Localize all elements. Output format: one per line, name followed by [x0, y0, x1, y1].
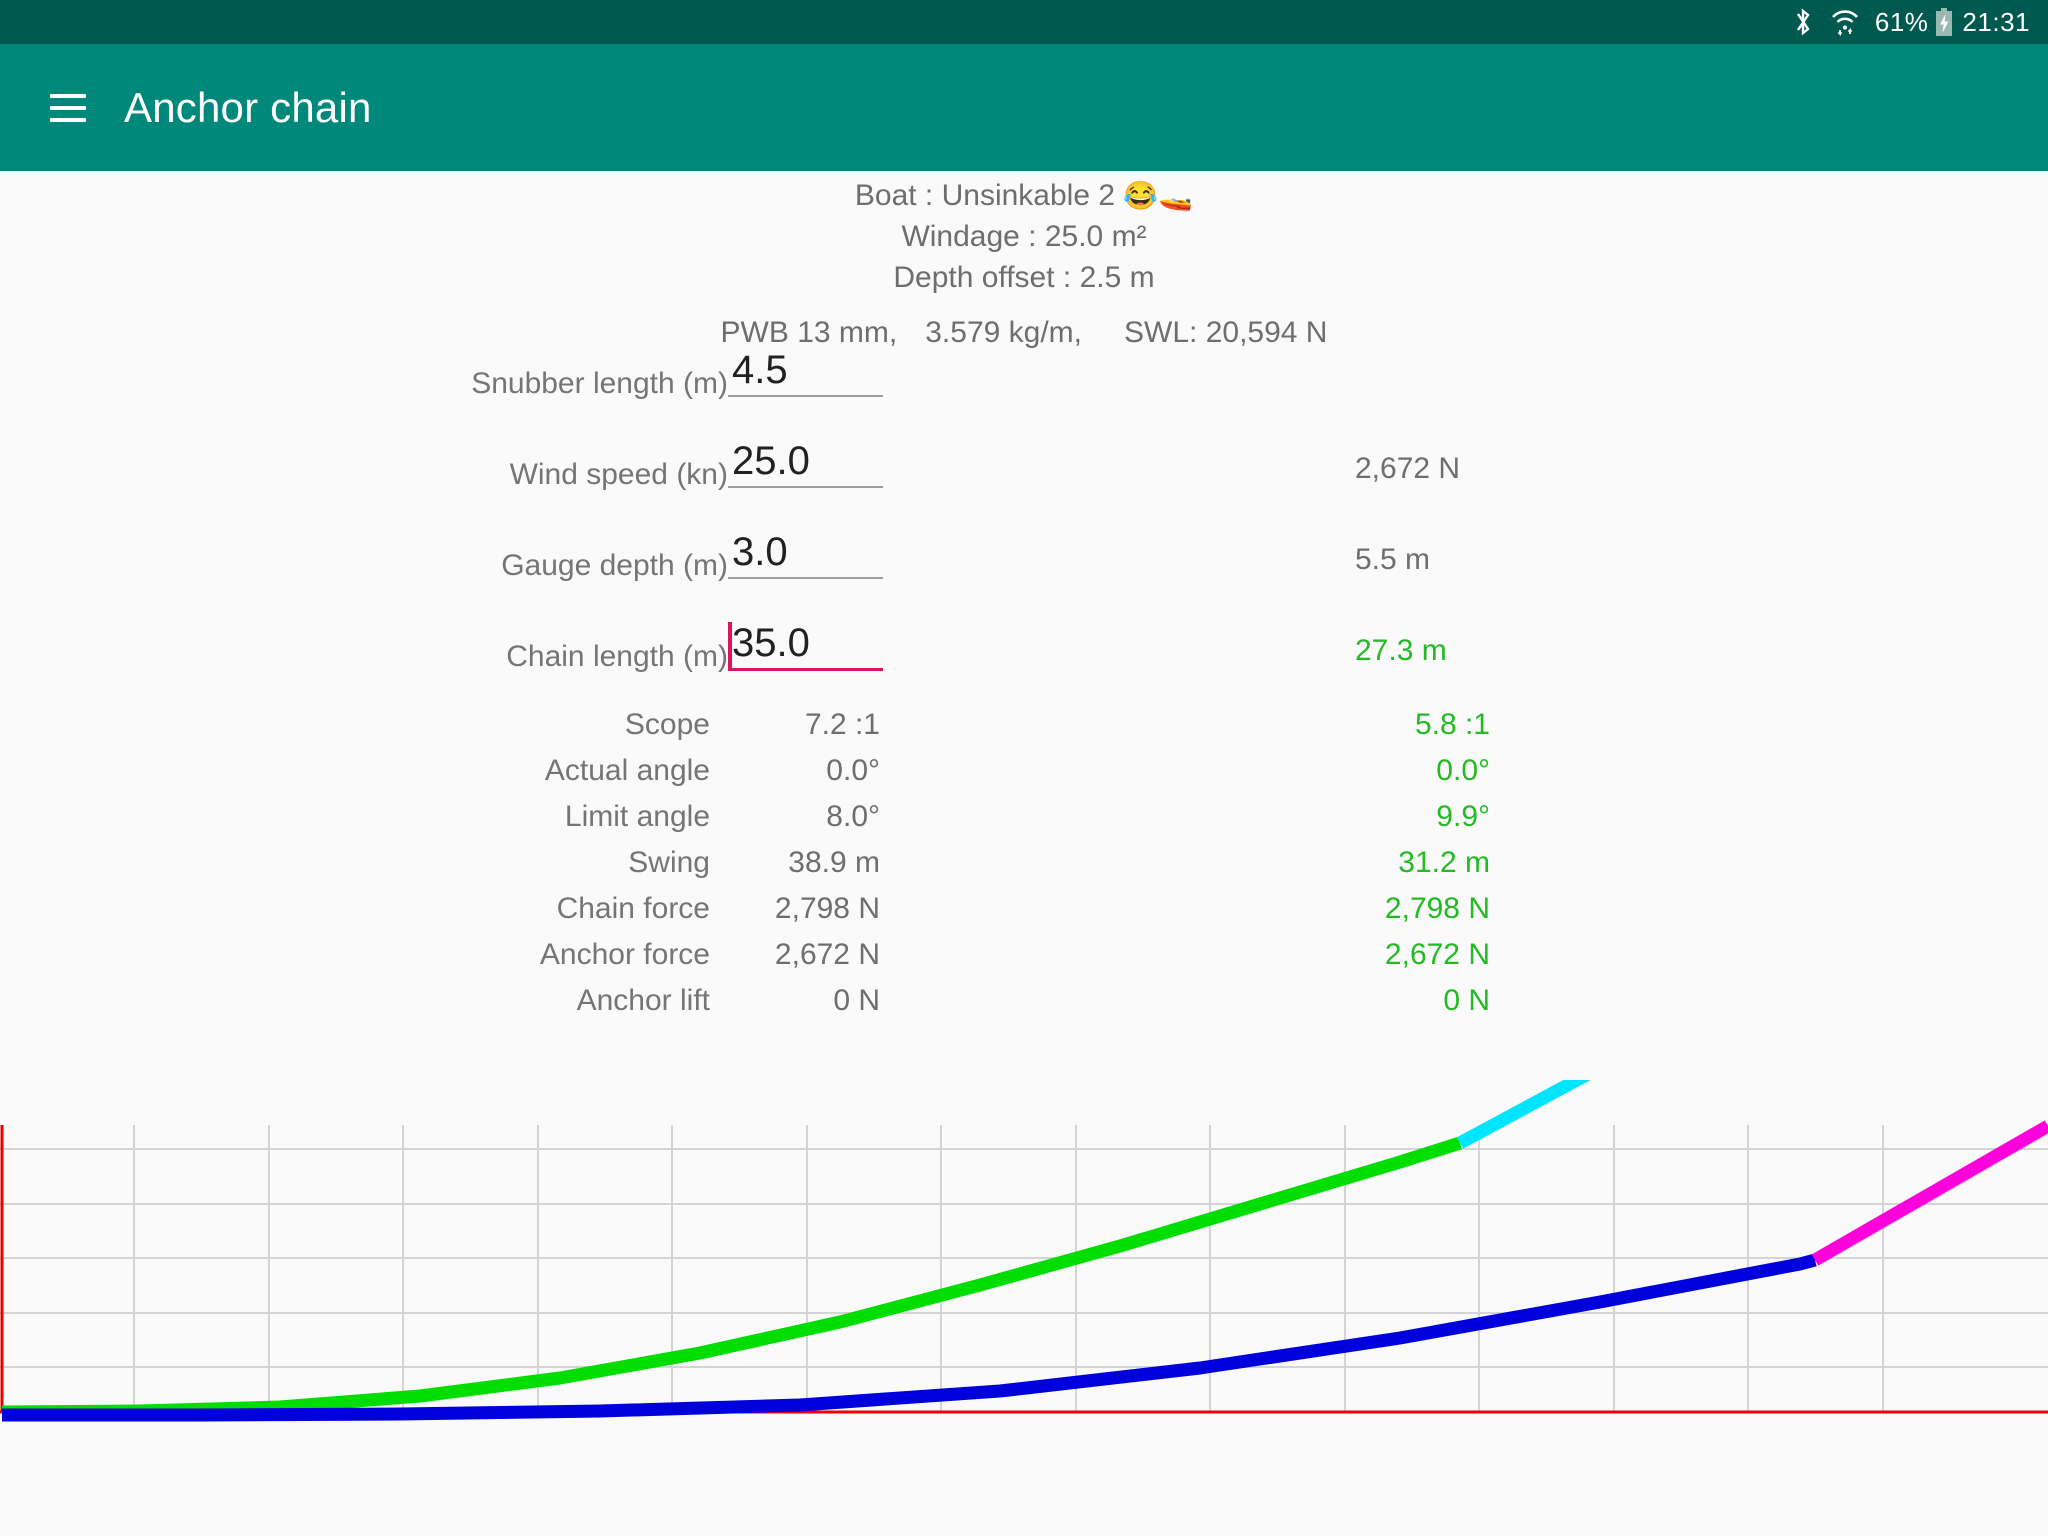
scope-value: 7.2 :1 — [804, 708, 880, 741]
gauge-depth-result: 5.5 m — [1355, 543, 1431, 576]
swing-value: 38.9 m — [788, 846, 880, 879]
anchor-lift-label: Anchor lift — [576, 984, 710, 1017]
input-row-gauge-depth: Gauge depth (m) 3.0 5.5 m — [0, 527, 2048, 618]
actual-angle-value: 0.0° — [826, 754, 880, 787]
input-underline-focused — [728, 668, 883, 671]
page-title: Anchor chain — [124, 83, 372, 131]
snubber-length-value: 4.5 — [732, 348, 788, 392]
chart-series-snubber-magenta — [1811, 1120, 2048, 1266]
table-row: Limit angle 8.0° 9.9° — [0, 800, 2048, 846]
input-row-wind-speed: Wind speed (kn) 25.0 2,672 N — [0, 436, 2048, 527]
app-root: 61% 21:31 Anchor chain Boat : Unsinkable… — [0, 0, 2048, 1536]
wind-speed-result: 2,672 N — [1355, 452, 1461, 485]
chart-series-chain-catenary-green — [1, 1136, 1462, 1419]
boat-name-line: Boat : Unsinkable 2 😂🚤 — [0, 171, 2048, 212]
chain-force-value: 2,798 N — [774, 892, 880, 925]
input-underline — [728, 577, 883, 579]
wind-speed-value: 25.0 — [732, 439, 810, 483]
swing-value-alt: 31.2 m — [1398, 846, 1490, 879]
anchor-lift-value-alt: 0 N — [1443, 984, 1490, 1017]
boat-summary: Boat : Unsinkable 2 😂🚤 Windage : 25.0 m²… — [0, 171, 2048, 349]
battery-percent-label: 61% — [1874, 7, 1929, 37]
anchor-force-value: 2,672 N — [774, 938, 880, 971]
scope-value-alt: 5.8 :1 — [1414, 708, 1490, 741]
input-underline — [728, 486, 883, 488]
gauge-depth-label: Gauge depth (m) — [501, 549, 728, 582]
windage-label: Windage : 25.0 m² — [901, 220, 1147, 253]
chain-length-value: 35.0 — [732, 621, 810, 665]
swing-label: Swing — [628, 846, 710, 879]
bluetooth-icon — [1791, 7, 1815, 37]
chain-force-value-alt: 2,798 N — [1384, 892, 1490, 925]
chain-force-label: Chain force — [556, 892, 710, 925]
table-row: Chain force 2,798 N 2,798 N — [0, 892, 2048, 938]
chain-spec-line: PWB 13 mm, 3.579 kg/m, SWL: 20,594 N — [0, 294, 2048, 349]
gauge-depth-input[interactable]: 3.0 — [728, 527, 883, 579]
clock-label: 21:31 — [1962, 7, 2030, 37]
text-cursor — [728, 622, 732, 670]
chain-length-label: Chain length (m) — [506, 640, 728, 673]
wifi-icon — [1829, 7, 1861, 37]
input-row-snubber-length: Snubber length (m) 4.5 — [0, 345, 2048, 436]
anchor-lift-value: 0 N — [833, 984, 880, 1017]
results-table: Scope 7.2 :1 5.8 :1 Actual angle 0.0° 0.… — [0, 708, 2048, 1030]
chart-canvas — [0, 1080, 2048, 1422]
input-section: Snubber length (m) 4.5 Wind speed (kn) 2… — [0, 345, 2048, 709]
snubber-length-label: Snubber length (m) — [471, 367, 728, 400]
table-row: Anchor force 2,672 N 2,672 N — [0, 938, 2048, 984]
chart-series-chain-catenary-blue — [2, 1253, 1817, 1422]
actual-angle-label: Actual angle — [544, 754, 710, 787]
anchor-force-value-alt: 2,672 N — [1384, 938, 1490, 971]
battery-charging-icon — [1934, 7, 1954, 37]
input-underline — [728, 395, 883, 397]
anchor-force-label: Anchor force — [539, 938, 710, 971]
limit-angle-value-alt: 9.9° — [1436, 800, 1490, 833]
chain-length-input[interactable]: 35.0 — [728, 618, 883, 671]
speedboat-emoji-icon: 🚤 — [1158, 180, 1194, 211]
gauge-depth-value: 3.0 — [732, 530, 788, 574]
app-bar: Anchor chain — [0, 44, 2048, 171]
wind-speed-label: Wind speed (kn) — [509, 458, 728, 491]
table-row: Actual angle 0.0° 0.0° — [0, 754, 2048, 800]
limit-angle-value: 8.0° — [826, 800, 880, 833]
chain-length-result: 27.3 m — [1355, 634, 1447, 667]
snubber-length-input[interactable]: 4.5 — [728, 345, 883, 397]
wind-speed-input[interactable]: 25.0 — [728, 436, 883, 488]
table-row: Scope 7.2 :1 5.8 :1 — [0, 708, 2048, 754]
input-row-chain-length: Chain length (m) 35.0 27.3 m — [0, 618, 2048, 709]
limit-angle-label: Limit angle — [564, 800, 710, 833]
hamburger-menu-icon[interactable] — [50, 93, 86, 122]
actual-angle-value-alt: 0.0° — [1436, 754, 1490, 787]
boat-name-label: Boat : Unsinkable 2 — [854, 179, 1116, 212]
scope-label: Scope — [624, 708, 710, 741]
catenary-chart[interactable] — [0, 1080, 2048, 1536]
depth-offset-label: Depth offset : 2.5 m — [893, 261, 1155, 294]
table-row: Swing 38.9 m 31.2 m — [0, 846, 2048, 892]
laughing-face-emoji-icon: 😂 — [1123, 180, 1159, 211]
status-bar: 61% 21:31 — [0, 0, 2048, 44]
table-row: Anchor lift 0 N 0 N — [0, 984, 2048, 1030]
